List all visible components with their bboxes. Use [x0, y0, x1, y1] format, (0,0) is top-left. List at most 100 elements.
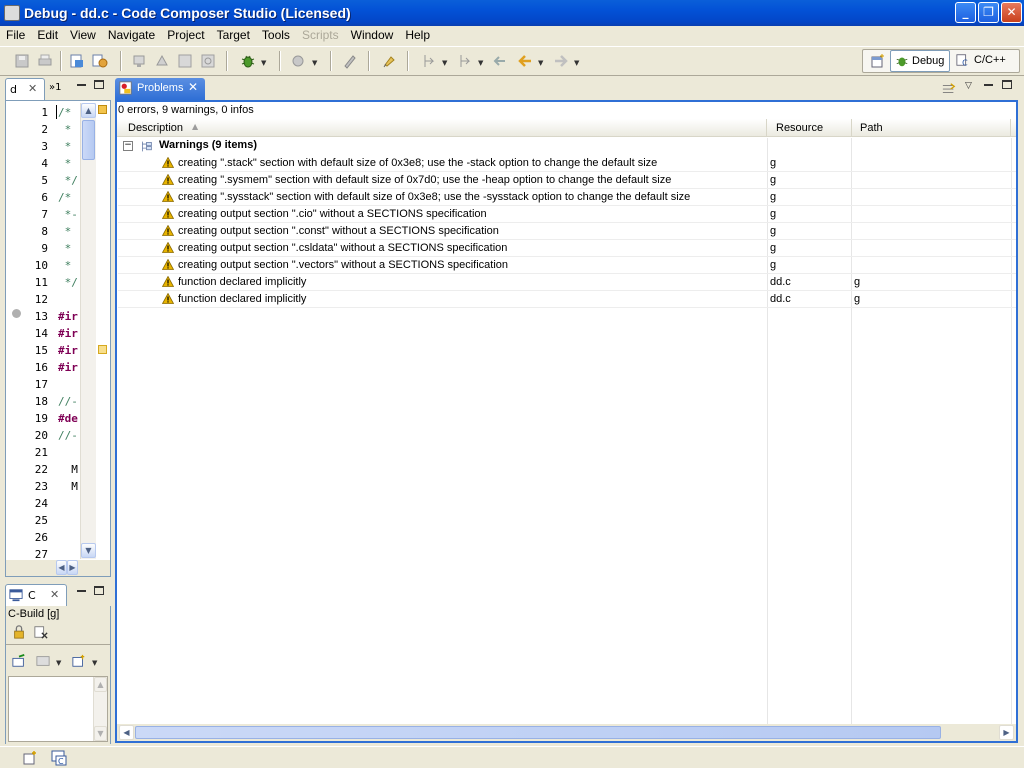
code-line[interactable]: *: [58, 242, 72, 255]
menu-target[interactable]: Target: [211, 26, 256, 42]
menu-tools[interactable]: Tools: [256, 26, 296, 42]
load-program-icon[interactable]: [177, 53, 193, 69]
code-line[interactable]: *-: [58, 208, 78, 221]
scroll-up-icon[interactable]: ▲: [81, 103, 96, 118]
debug-icon[interactable]: [240, 53, 256, 69]
maximize-icon[interactable]: [94, 586, 104, 595]
table-row[interactable]: creating output section ".csldata" witho…: [118, 240, 1016, 257]
table-row[interactable]: creating ".sysmem" section with default …: [118, 172, 1016, 189]
scroll-thumb[interactable]: [135, 726, 941, 739]
console-fast-view-icon[interactable]: C: [51, 750, 67, 766]
display-console-icon[interactable]: [36, 654, 50, 668]
close-icon[interactable]: ✕: [188, 80, 198, 94]
rebuild-icon[interactable]: [92, 53, 108, 69]
menu-file[interactable]: File: [0, 26, 31, 42]
collapse-icon[interactable]: −: [123, 141, 133, 151]
code-line[interactable]: //-: [58, 395, 78, 408]
menu-navigate[interactable]: Navigate: [102, 26, 161, 42]
perspective-cpp-button[interactable]: C C/C++: [954, 50, 1016, 72]
code-line[interactable]: #de: [58, 412, 78, 425]
back-icon[interactable]: [517, 53, 533, 69]
editor-hscroll[interactable]: ◀ ▶: [6, 560, 110, 576]
open-perspective-icon[interactable]: [870, 53, 886, 69]
minimize-icon[interactable]: [77, 590, 86, 592]
console-tab[interactable]: C ✕: [5, 584, 67, 606]
code-line[interactable]: #ir: [58, 327, 78, 340]
view-menu-icon[interactable]: ▽: [965, 81, 972, 91]
close-icon[interactable]: ✕: [28, 82, 37, 95]
next-annotation-icon[interactable]: [421, 53, 437, 69]
close-icon[interactable]: ✕: [50, 588, 59, 601]
table-row[interactable]: creating output section ".const" without…: [118, 223, 1016, 240]
code-line[interactable]: /*: [58, 191, 71, 204]
perspective-debug-button[interactable]: Debug: [890, 50, 950, 72]
maximize-button[interactable]: ❐: [978, 2, 999, 23]
table-row[interactable]: creating ".sysstack" section with defaul…: [118, 189, 1016, 206]
pin-console-icon[interactable]: [12, 654, 26, 668]
scroll-left-icon[interactable]: ◀: [119, 725, 134, 740]
code-line[interactable]: //-: [58, 429, 78, 442]
prev-annotation-icon[interactable]: [457, 53, 473, 69]
code-line[interactable]: M: [58, 480, 78, 493]
app-icon[interactable]: [4, 5, 20, 21]
edit-properties-icon[interactable]: [342, 53, 358, 69]
save-icon[interactable]: [14, 53, 30, 69]
menu-scripts[interactable]: Scripts: [296, 26, 345, 42]
last-edit-icon[interactable]: [492, 53, 508, 69]
scroll-right-icon[interactable]: ▶: [67, 560, 78, 575]
table-row[interactable]: creating ".stack" section with default s…: [118, 155, 1016, 172]
code-line[interactable]: #ir: [58, 361, 78, 374]
minimize-button[interactable]: _: [955, 2, 976, 23]
code-line[interactable]: /*: [58, 106, 71, 119]
debug-dropdown-icon[interactable]: ▼: [261, 59, 266, 67]
code-line[interactable]: *: [58, 225, 72, 238]
table-row[interactable]: creating output section ".vectors" witho…: [118, 257, 1016, 274]
code-line[interactable]: */: [58, 276, 78, 289]
filter-icon[interactable]: [941, 82, 957, 96]
menu-edit[interactable]: Edit: [31, 26, 64, 42]
console-vscroll[interactable]: ▲ ▼: [93, 677, 107, 741]
menu-view[interactable]: View: [64, 26, 102, 42]
build-icon[interactable]: [69, 53, 85, 69]
open-console-icon[interactable]: [72, 654, 86, 668]
reset-icon[interactable]: [154, 53, 170, 69]
code-line[interactable]: */: [58, 174, 78, 187]
code-line[interactable]: #ir: [58, 344, 78, 357]
editor-overflow-tabs[interactable]: »1: [49, 82, 61, 93]
scroll-thumb[interactable]: [82, 120, 95, 160]
code-line[interactable]: #ir: [58, 310, 78, 323]
column-header-resource[interactable]: Resource: [768, 119, 852, 137]
clear-console-icon[interactable]: [34, 625, 48, 639]
scroll-lock-icon[interactable]: [12, 625, 26, 639]
warnings-group-row[interactable]: − Warnings (9 items): [118, 138, 1016, 155]
warning-overview-icon[interactable]: [98, 105, 107, 114]
maximize-icon[interactable]: [94, 80, 104, 89]
minimize-icon[interactable]: [77, 84, 86, 86]
connect-icon[interactable]: [131, 53, 147, 69]
table-row[interactable]: function declared implicitly dd.c g: [118, 291, 1016, 308]
close-button[interactable]: ✕: [1001, 2, 1022, 23]
code-line[interactable]: *: [58, 123, 72, 136]
column-header-description[interactable]: Description ▲: [117, 119, 767, 137]
editor-tab[interactable]: d ✕: [5, 78, 45, 100]
target-config-icon[interactable]: [291, 53, 307, 69]
table-row[interactable]: creating output section ".cio" without a…: [118, 206, 1016, 223]
menu-project[interactable]: Project: [161, 26, 210, 42]
minimize-icon[interactable]: [984, 84, 993, 86]
code-line[interactable]: *: [58, 259, 72, 272]
scroll-left-icon[interactable]: ◀: [56, 560, 67, 575]
forward-icon[interactable]: [553, 53, 569, 69]
scroll-down-icon[interactable]: ▼: [81, 543, 96, 558]
code-line[interactable]: *: [58, 140, 72, 153]
print-icon[interactable]: [37, 53, 53, 69]
code-line[interactable]: M: [58, 463, 78, 476]
scroll-down-icon[interactable]: ▼: [94, 726, 107, 741]
column-header-path[interactable]: Path: [853, 119, 1011, 137]
reload-program-icon[interactable]: [200, 53, 216, 69]
scroll-right-icon[interactable]: ▶: [999, 725, 1014, 740]
scroll-up-icon[interactable]: ▲: [94, 677, 107, 692]
code-line[interactable]: *: [58, 157, 72, 170]
maximize-icon[interactable]: [1002, 80, 1012, 89]
problems-tab[interactable]: Problems ✕: [115, 78, 205, 100]
warning-marker-icon[interactable]: [98, 345, 107, 354]
